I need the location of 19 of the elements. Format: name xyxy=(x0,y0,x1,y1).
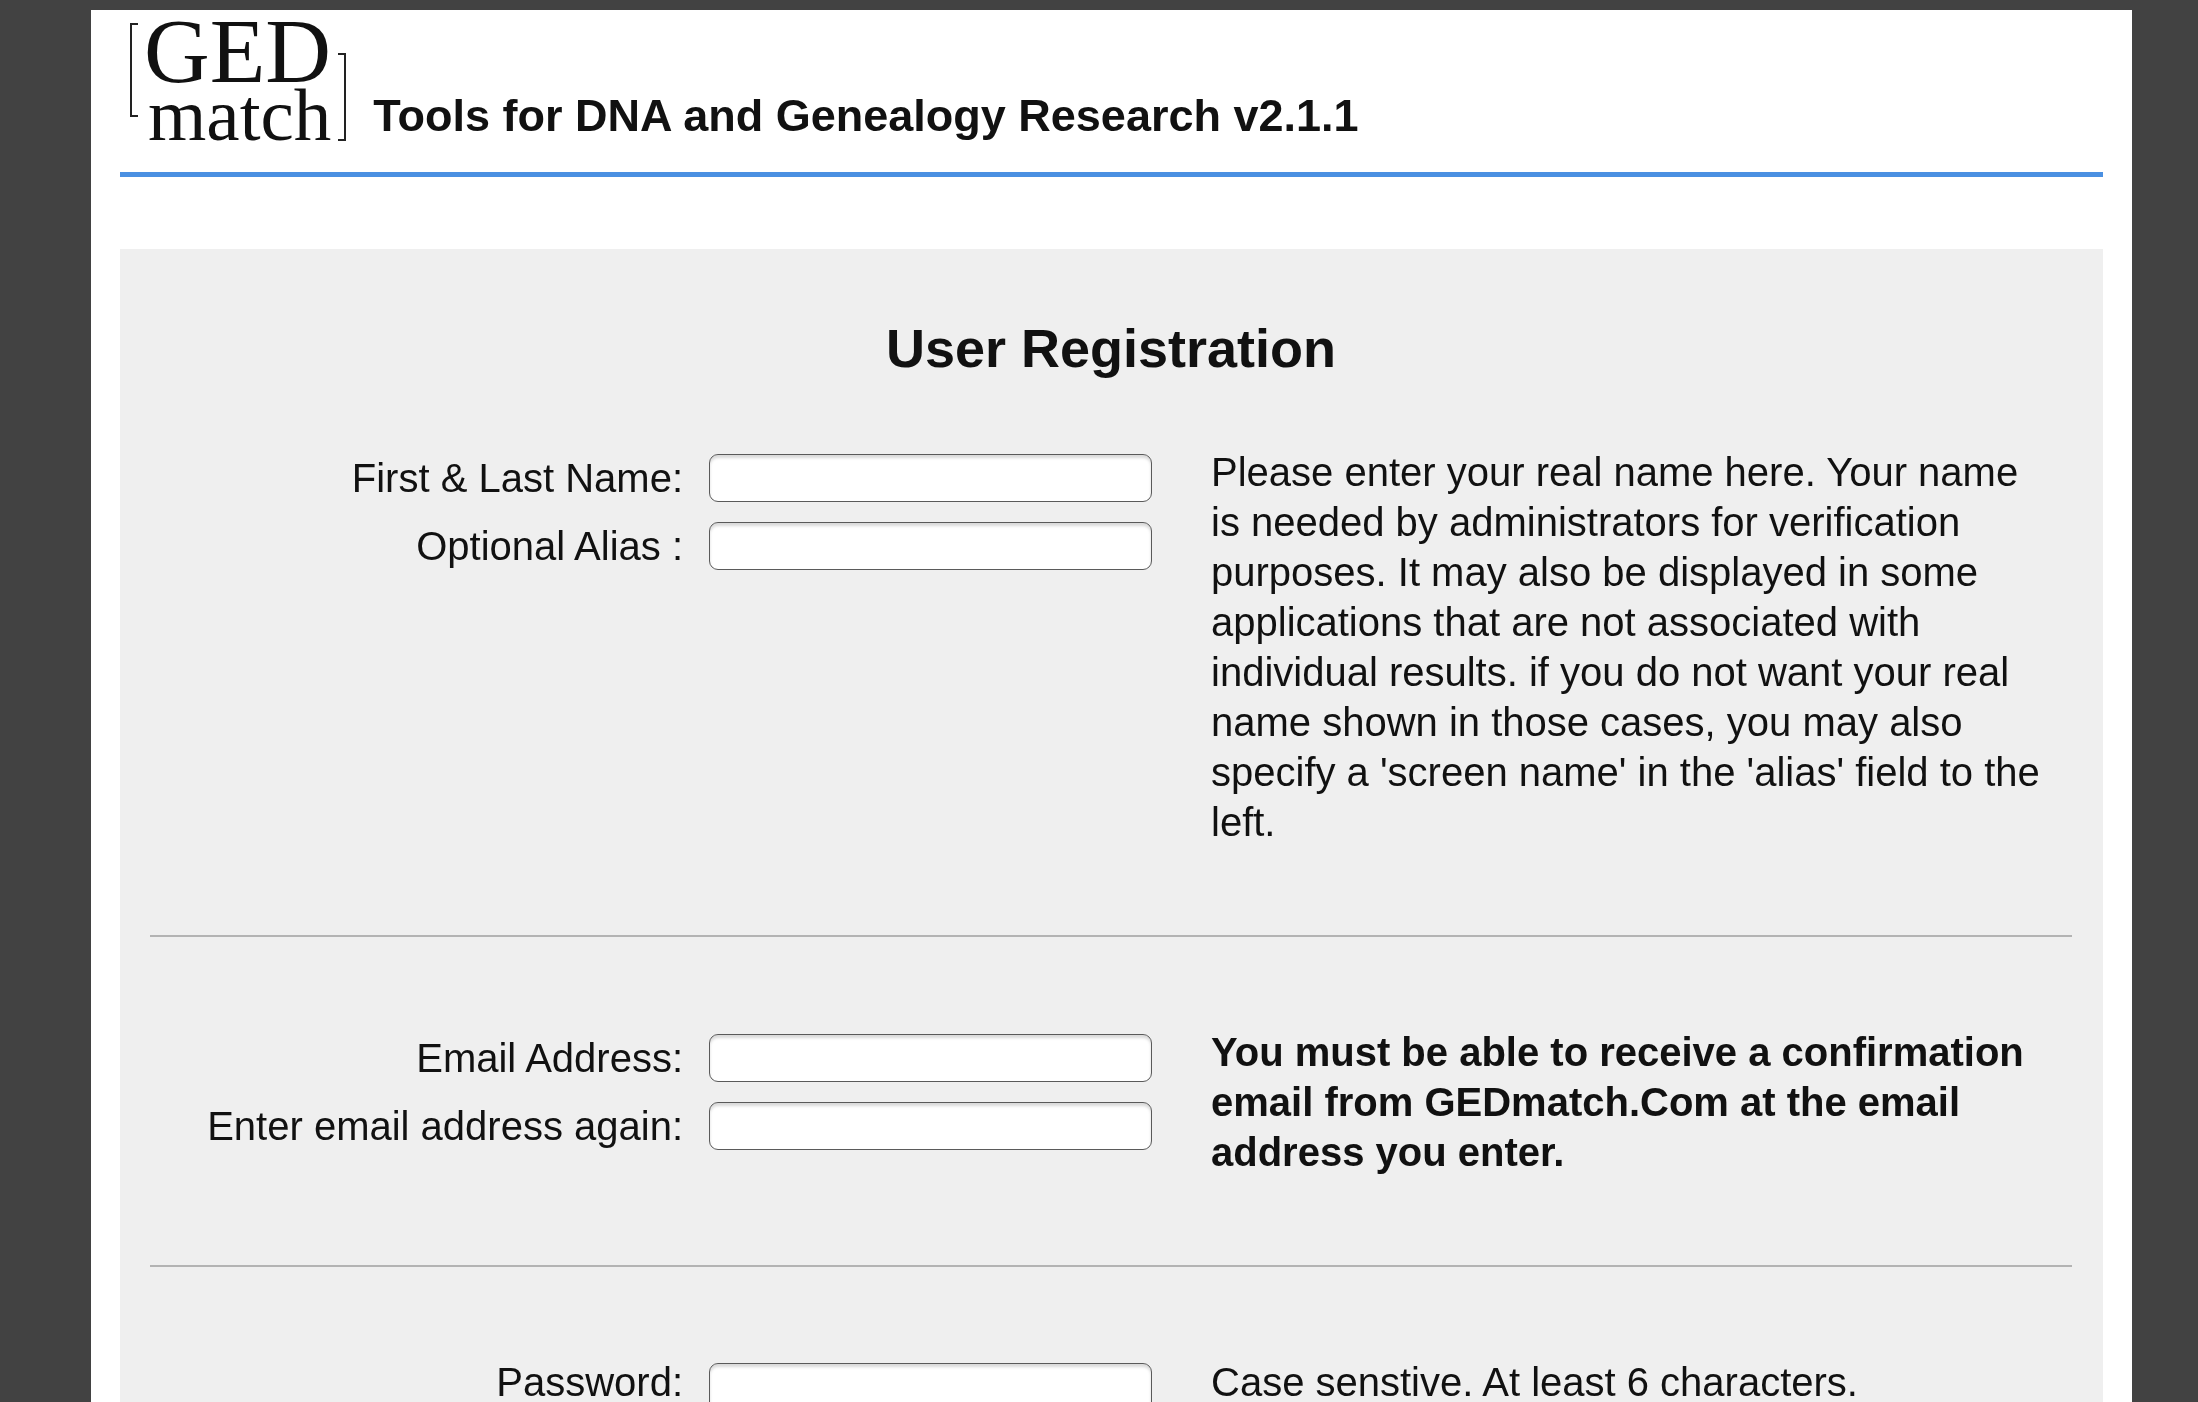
help-text: Please enter your real name here. Your name is needed by administrators for verification purposes. It may also be displayed in some applications that are not associated with individual results. if you do not want your real name shown in those cases, you may also specify a 'screen name' in the 'alias' field to the left. xyxy=(1211,449,2041,846)
logo-text: GED xyxy=(144,19,332,85)
text-input[interactable] xyxy=(709,522,1152,570)
text-input[interactable] xyxy=(709,1102,1152,1150)
logo-text: match xyxy=(148,85,332,145)
text-input[interactable] xyxy=(709,454,1152,502)
help-text: You must be able to receive a confirmation email from GEDmatch.Com at the email address you enter. xyxy=(1211,1029,2025,1176)
field-label: First & Last Name: xyxy=(350,455,683,502)
form-title: User Registration xyxy=(884,317,1338,380)
field-label: Password: xyxy=(495,1364,683,1400)
text-input[interactable] xyxy=(709,1363,1152,1402)
page-title: Tools for DNA and Genealogy Research v2.1.1 xyxy=(373,89,1359,143)
bracket-icon xyxy=(337,53,348,141)
field-label: Optional Alias : xyxy=(415,523,683,570)
field-label: Enter email address again: xyxy=(206,1103,683,1150)
field-label: Email Address: xyxy=(415,1035,683,1082)
text-input[interactable] xyxy=(709,1034,1152,1082)
help-text: Case senstive. At least 6 characters. xyxy=(1211,1359,1859,1402)
bracket-icon xyxy=(129,23,139,117)
